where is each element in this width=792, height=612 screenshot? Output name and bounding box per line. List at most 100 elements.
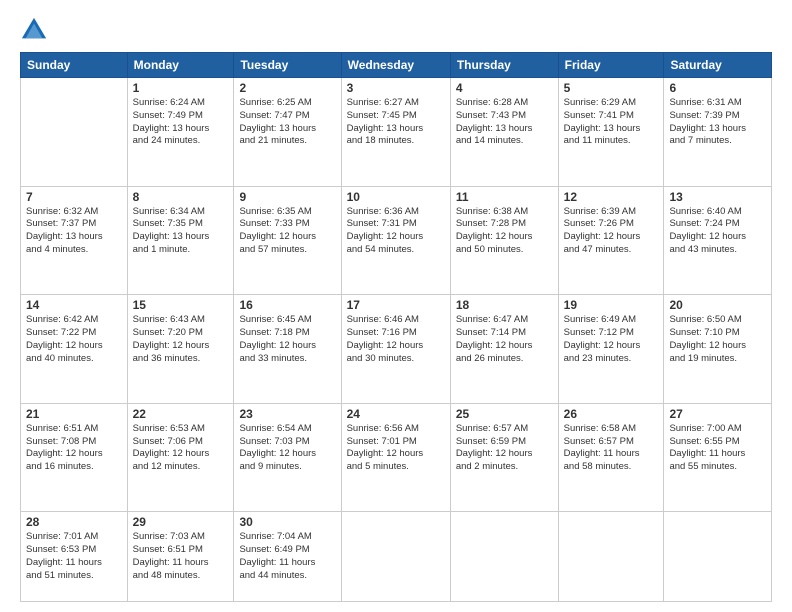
weekday-header: Wednesday xyxy=(341,53,450,78)
day-number: 15 xyxy=(133,298,229,312)
calendar-cell xyxy=(341,512,450,602)
calendar-cell: 20 Sunrise: 6:50 AM Sunset: 7:10 PM Dayli… xyxy=(664,295,772,404)
day-info: Sunrise: 6:49 AM Sunset: 7:12 PM Dayligh… xyxy=(564,314,659,365)
day-info: Sunrise: 6:31 AM Sunset: 7:39 PM Dayligh… xyxy=(669,97,766,148)
day-info: Sunrise: 6:51 AM Sunset: 7:08 PM Dayligh… xyxy=(26,423,122,474)
day-info: Sunrise: 6:34 AM Sunset: 7:35 PM Dayligh… xyxy=(133,206,229,257)
day-info: Sunrise: 6:56 AM Sunset: 7:01 PM Dayligh… xyxy=(347,423,445,474)
day-number: 26 xyxy=(564,407,659,421)
day-number: 28 xyxy=(26,515,122,529)
day-number: 18 xyxy=(456,298,553,312)
calendar-cell: 12Sunrise: 6:39 AM Sunset: 7:26 PM Dayli… xyxy=(558,186,664,295)
calendar-cell: 4Sunrise: 6:28 AM Sunset: 7:43 PM Daylig… xyxy=(450,78,558,187)
calendar-cell: 8 Sunrise: 6:34 AM Sunset: 7:35 PM Daylig… xyxy=(127,186,234,295)
calendar-cell: 30 Sunrise: 7:04 AM Sunset: 6:49 PM Dayli… xyxy=(234,512,341,602)
calendar-week-row: 21 Sunrise: 6:51 AM Sunset: 7:08 PM Dayli… xyxy=(21,403,772,512)
calendar-cell: 6 Sunrise: 6:31 AM Sunset: 7:39 PM Daylig… xyxy=(664,78,772,187)
calendar-cell xyxy=(450,512,558,602)
day-number: 22 xyxy=(133,407,229,421)
day-info: Sunrise: 6:25 AM Sunset: 7:47 PM Dayligh… xyxy=(239,97,335,148)
calendar-cell: 7 Sunrise: 6:32 AM Sunset: 7:37 PM Daylig… xyxy=(21,186,128,295)
day-info: Sunrise: 6:24 AM Sunset: 7:49 PM Dayligh… xyxy=(133,97,229,148)
weekday-header: Monday xyxy=(127,53,234,78)
day-number: 30 xyxy=(239,515,335,529)
day-number: 4 xyxy=(456,81,553,95)
weekday-header: Friday xyxy=(558,53,664,78)
day-number: 21 xyxy=(26,407,122,421)
day-info: Sunrise: 6:47 AM Sunset: 7:14 PM Dayligh… xyxy=(456,314,553,365)
calendar-cell: 14 Sunrise: 6:42 AM Sunset: 7:22 PM Dayli… xyxy=(21,295,128,404)
day-info: Sunrise: 7:01 AM Sunset: 6:53 PM Dayligh… xyxy=(26,531,122,582)
day-number: 27 xyxy=(669,407,766,421)
calendar-cell: 29 Sunrise: 7:03 AM Sunset: 6:51 PM Dayli… xyxy=(127,512,234,602)
day-info: Sunrise: 7:03 AM Sunset: 6:51 PM Dayligh… xyxy=(133,531,229,582)
day-number: 19 xyxy=(564,298,659,312)
weekday-header: Saturday xyxy=(664,53,772,78)
calendar-week-row: 28 Sunrise: 7:01 AM Sunset: 6:53 PM Dayli… xyxy=(21,512,772,602)
day-info: Sunrise: 6:54 AM Sunset: 7:03 PM Dayligh… xyxy=(239,423,335,474)
day-number: 3 xyxy=(347,81,445,95)
day-info: Sunrise: 6:50 AM Sunset: 7:10 PM Dayligh… xyxy=(669,314,766,365)
calendar-cell: 27 Sunrise: 7:00 AM Sunset: 6:55 PM Dayli… xyxy=(664,403,772,512)
day-number: 14 xyxy=(26,298,122,312)
calendar-cell: 11 Sunrise: 6:38 AM Sunset: 7:28 PM Dayli… xyxy=(450,186,558,295)
calendar-cell: 5Sunrise: 6:29 AM Sunset: 7:41 PM Daylig… xyxy=(558,78,664,187)
calendar-cell: 10 Sunrise: 6:36 AM Sunset: 7:31 PM Dayli… xyxy=(341,186,450,295)
day-info: Sunrise: 6:46 AM Sunset: 7:16 PM Dayligh… xyxy=(347,314,445,365)
day-info: Sunrise: 6:42 AM Sunset: 7:22 PM Dayligh… xyxy=(26,314,122,365)
calendar-cell: 2 Sunrise: 6:25 AM Sunset: 7:47 PM Daylig… xyxy=(234,78,341,187)
day-info: Sunrise: 6:38 AM Sunset: 7:28 PM Dayligh… xyxy=(456,206,553,257)
weekday-header: Thursday xyxy=(450,53,558,78)
calendar-week-row: 7 Sunrise: 6:32 AM Sunset: 7:37 PM Daylig… xyxy=(21,186,772,295)
day-number: 29 xyxy=(133,515,229,529)
calendar-cell: 21 Sunrise: 6:51 AM Sunset: 7:08 PM Dayli… xyxy=(21,403,128,512)
calendar-cell: 28 Sunrise: 7:01 AM Sunset: 6:53 PM Dayli… xyxy=(21,512,128,602)
day-info: Sunrise: 6:32 AM Sunset: 7:37 PM Dayligh… xyxy=(26,206,122,257)
day-number: 23 xyxy=(239,407,335,421)
calendar-cell: 15 Sunrise: 6:43 AM Sunset: 7:20 PM Dayli… xyxy=(127,295,234,404)
calendar-cell: 17 Sunrise: 6:46 AM Sunset: 7:16 PM Dayli… xyxy=(341,295,450,404)
day-number: 12 xyxy=(564,190,659,204)
day-info: Sunrise: 6:43 AM Sunset: 7:20 PM Dayligh… xyxy=(133,314,229,365)
logo-icon xyxy=(20,16,48,44)
day-number: 1 xyxy=(133,81,229,95)
day-number: 10 xyxy=(347,190,445,204)
calendar-header-row: SundayMondayTuesdayWednesdayThursdayFrid… xyxy=(21,53,772,78)
calendar-week-row: 14 Sunrise: 6:42 AM Sunset: 7:22 PM Dayli… xyxy=(21,295,772,404)
calendar-cell xyxy=(558,512,664,602)
calendar-cell: 22 Sunrise: 6:53 AM Sunset: 7:06 PM Dayli… xyxy=(127,403,234,512)
day-number: 11 xyxy=(456,190,553,204)
day-number: 20 xyxy=(669,298,766,312)
day-number: 7 xyxy=(26,190,122,204)
day-number: 6 xyxy=(669,81,766,95)
calendar-cell: 19 Sunrise: 6:49 AM Sunset: 7:12 PM Dayli… xyxy=(558,295,664,404)
day-info: Sunrise: 6:57 AM Sunset: 6:59 PM Dayligh… xyxy=(456,423,553,474)
day-number: 8 xyxy=(133,190,229,204)
day-number: 5 xyxy=(564,81,659,95)
calendar-cell: 16 Sunrise: 6:45 AM Sunset: 7:18 PM Dayli… xyxy=(234,295,341,404)
calendar-cell xyxy=(664,512,772,602)
calendar-cell: 23 Sunrise: 6:54 AM Sunset: 7:03 PM Dayli… xyxy=(234,403,341,512)
calendar-cell: 24 Sunrise: 6:56 AM Sunset: 7:01 PM Dayli… xyxy=(341,403,450,512)
day-info: Sunrise: 7:04 AM Sunset: 6:49 PM Dayligh… xyxy=(239,531,335,582)
calendar-cell: 9Sunrise: 6:35 AM Sunset: 7:33 PM Daylig… xyxy=(234,186,341,295)
day-info: Sunrise: 6:36 AM Sunset: 7:31 PM Dayligh… xyxy=(347,206,445,257)
day-info: Sunrise: 6:27 AM Sunset: 7:45 PM Dayligh… xyxy=(347,97,445,148)
day-info: Sunrise: 6:53 AM Sunset: 7:06 PM Dayligh… xyxy=(133,423,229,474)
day-info: Sunrise: 6:58 AM Sunset: 6:57 PM Dayligh… xyxy=(564,423,659,474)
day-info: Sunrise: 6:45 AM Sunset: 7:18 PM Dayligh… xyxy=(239,314,335,365)
day-number: 9 xyxy=(239,190,335,204)
day-info: Sunrise: 7:00 AM Sunset: 6:55 PM Dayligh… xyxy=(669,423,766,474)
calendar-cell: 1 Sunrise: 6:24 AM Sunset: 7:49 PM Daylig… xyxy=(127,78,234,187)
weekday-header: Tuesday xyxy=(234,53,341,78)
day-number: 16 xyxy=(239,298,335,312)
day-number: 25 xyxy=(456,407,553,421)
day-info: Sunrise: 6:40 AM Sunset: 7:24 PM Dayligh… xyxy=(669,206,766,257)
day-number: 2 xyxy=(239,81,335,95)
calendar-cell: 18 Sunrise: 6:47 AM Sunset: 7:14 PM Dayli… xyxy=(450,295,558,404)
day-number: 13 xyxy=(669,190,766,204)
calendar-table: SundayMondayTuesdayWednesdayThursdayFrid… xyxy=(20,52,772,602)
calendar-cell: 25 Sunrise: 6:57 AM Sunset: 6:59 PM Dayli… xyxy=(450,403,558,512)
day-number: 17 xyxy=(347,298,445,312)
day-number: 24 xyxy=(347,407,445,421)
